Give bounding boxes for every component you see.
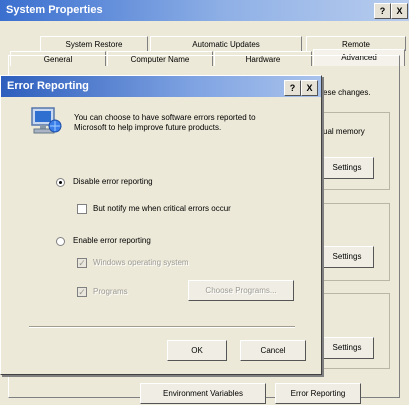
divider [29,326,295,328]
windows-os-label: Windows operating system [93,258,189,267]
disable-reporting-radio[interactable] [56,178,65,187]
error-reporting-dialog: Error Reporting ? X You can choose to ha… [0,75,322,375]
cancel-button[interactable]: Cancel [240,340,306,361]
dialog-close-button[interactable]: X [301,80,318,96]
error-reporting-title[interactable]: Error Reporting [1,76,321,97]
windows-os-checkbox[interactable]: ✓ [77,258,87,268]
environment-variables-button[interactable]: Environment Variables [140,383,266,404]
programs-label: Programs [93,287,128,296]
error-reporting-button[interactable]: Error Reporting [275,383,361,404]
performance-settings-button[interactable]: Settings [320,157,374,179]
enable-reporting-label[interactable]: Enable error reporting [73,236,151,245]
help-button[interactable]: ? [374,3,391,19]
enable-reporting-radio[interactable] [56,237,65,246]
user-profiles-group [315,203,390,281]
close-button[interactable]: X [391,3,408,19]
dialog-help-button[interactable]: ? [284,80,301,96]
computer-icon [31,107,62,134]
disable-reporting-label[interactable]: Disable error reporting [73,177,153,186]
info-text: You can choose to have software errors r… [74,113,256,132]
tab-system-restore[interactable]: System Restore [40,36,148,51]
tab-automatic-updates[interactable]: Automatic Updates [150,36,302,51]
choose-programs-button[interactable]: Choose Programs... [188,280,294,301]
virtual-memory-text: ual memory [323,127,365,136]
notify-critical-checkbox[interactable] [77,204,87,214]
make-changes-text: ese changes. [323,88,371,97]
user-profiles-settings-button[interactable]: Settings [320,246,374,268]
programs-checkbox[interactable]: ✓ [77,287,87,297]
ok-button[interactable]: OK [167,340,227,361]
notify-critical-label[interactable]: But notify me when critical errors occur [93,204,231,213]
system-properties-title[interactable]: System Properties [0,0,409,21]
startup-settings-button[interactable]: Settings [320,337,374,359]
